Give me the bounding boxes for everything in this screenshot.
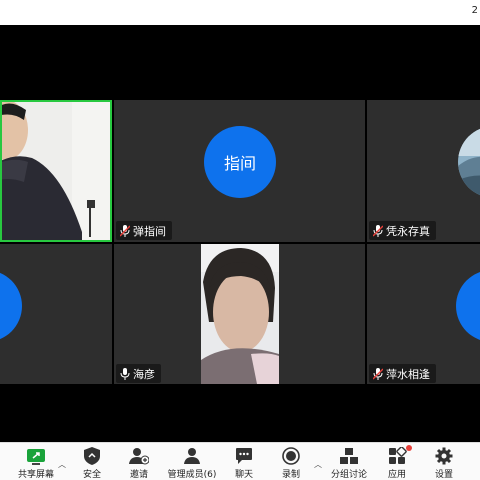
participant-name: 萍水相逢 <box>386 367 430 381</box>
breakout-rooms-icon <box>340 448 358 464</box>
share-options-caret-icon[interactable]: ︿ <box>58 459 66 470</box>
breakout-rooms-button[interactable]: 分组讨论 <box>330 443 368 480</box>
breakout-rooms-label: 分组讨论 <box>330 470 367 480</box>
security-button[interactable]: 安全 <box>78 443 106 480</box>
video-tile-left[interactable] <box>0 244 112 384</box>
chat-label: 聊天 <box>234 470 253 480</box>
participant-name-tag: 海彦 <box>116 364 161 383</box>
mic-icon <box>120 367 130 380</box>
video-tile-self[interactable] <box>0 100 112 242</box>
participant-avatar-partial <box>456 270 480 342</box>
participant-name: 凭永存真 <box>386 224 430 238</box>
video-tile-pingshuixiangfeng[interactable]: 萍水相逢 <box>367 244 480 384</box>
participant-name-tag: 凭永存真 <box>369 221 436 240</box>
participant-name-tag: 萍水相逢 <box>369 364 436 383</box>
mic-muted-icon <box>120 224 130 237</box>
mic-muted-icon <box>373 367 383 380</box>
add-user-icon <box>129 448 149 465</box>
landscape-avatar-image <box>458 126 480 198</box>
participant-video-haiyan <box>201 244 279 384</box>
settings-button[interactable]: 设置 <box>430 443 458 480</box>
chat-button[interactable]: 聊天 <box>230 443 258 480</box>
shield-icon <box>84 447 100 465</box>
record-options-caret-icon[interactable]: ︿ <box>314 459 322 470</box>
apps-icon <box>389 447 407 464</box>
video-tile-tanzhijian[interactable]: 指间 弹指间 <box>114 100 365 242</box>
notification-dot-icon <box>406 445 412 451</box>
window-top-bar: 2 <box>0 0 480 25</box>
record-icon <box>282 447 300 465</box>
apps-button[interactable]: 应用 <box>384 443 412 480</box>
participant-video-self <box>2 102 110 240</box>
settings-label: 设置 <box>434 470 453 480</box>
invite-button[interactable]: 邀请 <box>124 443 154 480</box>
gear-icon <box>435 447 453 465</box>
invite-label: 邀请 <box>129 470 148 480</box>
record-button[interactable]: 录制 <box>278 443 304 480</box>
share-screen-label: 共享屏幕 <box>17 470 54 480</box>
mic-muted-icon <box>373 224 383 237</box>
manage-participants-label: 管理成员(6) <box>167 470 217 480</box>
apps-label: 应用 <box>387 470 406 480</box>
participant-avatar: 指间 <box>204 126 276 198</box>
top-bar-counter: 2 <box>471 5 478 16</box>
share-screen-icon <box>27 449 45 465</box>
record-label: 录制 <box>281 470 300 480</box>
participant-name-tag: 弹指间 <box>116 221 172 240</box>
manage-participants-button[interactable]: 管理成员(6) <box>166 443 218 480</box>
participants-icon <box>184 448 200 464</box>
participant-name: 弹指间 <box>133 224 166 238</box>
video-tile-pingyongcunzhen[interactable]: 凭永存真 <box>367 100 480 242</box>
chat-icon <box>236 448 252 464</box>
participant-name: 海彦 <box>133 367 155 381</box>
share-screen-button[interactable]: 共享屏幕 <box>14 443 58 480</box>
participant-avatar-partial <box>0 270 22 342</box>
security-label: 安全 <box>82 470 101 480</box>
video-tile-haiyan[interactable]: 海彦 <box>114 244 365 384</box>
meeting-toolbar: 共享屏幕 ︿ 安全 邀请 管理成员(6) 聊天 录制 ︿ 分组讨论 应用 设置 <box>0 442 480 480</box>
